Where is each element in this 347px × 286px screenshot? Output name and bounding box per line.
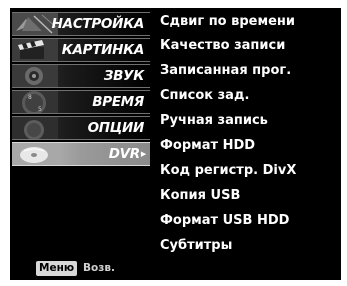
submenu-item-recorded-programs[interactable]: Записанная прог. bbox=[160, 63, 291, 78]
special-badge-icon bbox=[12, 117, 58, 139]
menu-key-badge: Меню bbox=[36, 261, 78, 276]
dvr-submenu: Сдвиг по времени Качество записи Записан… bbox=[152, 8, 341, 280]
clapperboard-icon bbox=[12, 39, 58, 61]
disc-icon bbox=[12, 143, 58, 165]
submenu-item-schedule-list[interactable]: Список зад. bbox=[160, 88, 249, 103]
submenu-item-usb-copy[interactable]: Копия USB bbox=[160, 188, 240, 203]
menu-item-audio[interactable]: ЗВУК bbox=[12, 64, 150, 88]
svg-text:8: 8 bbox=[28, 94, 32, 101]
svg-text:5: 5 bbox=[38, 106, 42, 113]
menu-item-picture[interactable]: КАРТИНКА bbox=[12, 38, 150, 62]
submenu-item-format-hdd[interactable]: Формат HDD bbox=[160, 138, 255, 153]
menu-item-time[interactable]: 8 5 ВРЕМЯ bbox=[12, 90, 150, 114]
menu-item-label: НАСТРОЙКА bbox=[51, 16, 145, 32]
submenu-item-record-quality[interactable]: Качество записи bbox=[160, 38, 285, 53]
menu-item-label: ОПЦИИ bbox=[87, 120, 145, 136]
menu-item-options[interactable]: ОПЦИИ bbox=[12, 116, 150, 140]
submenu-item-manual-record[interactable]: Ручная запись bbox=[160, 113, 268, 128]
menu-item-label: КАРТИНКА bbox=[61, 42, 145, 58]
main-menu: НАСТРОЙКА КАРТИНКА ЗВУК 8 5 ВРЕМЯ ОПЦИИ … bbox=[10, 8, 152, 280]
speaker-icon bbox=[12, 65, 58, 87]
submenu-item-timeshift[interactable]: Сдвиг по времени bbox=[160, 14, 295, 29]
menu-footer: Меню Возв. bbox=[10, 258, 152, 280]
back-label: Возв. bbox=[83, 262, 115, 274]
submenu-item-format-usb-hdd[interactable]: Формат USB HDD bbox=[160, 213, 289, 228]
menu-item-label: ЗВУК bbox=[103, 68, 144, 84]
clock-icon: 8 5 bbox=[12, 91, 58, 113]
menu-item-setup[interactable]: НАСТРОЙКА bbox=[12, 12, 150, 36]
submenu-item-subtitles[interactable]: Субтитры bbox=[160, 238, 232, 253]
chevron-right-icon: ▶ bbox=[140, 150, 146, 158]
menu-item-dvr[interactable]: DVR▶ bbox=[12, 142, 150, 166]
menu-item-label: DVR▶ bbox=[108, 146, 147, 162]
submenu-item-divx-registration[interactable]: Код регистр. DivX bbox=[160, 163, 296, 178]
menu-item-label: ВРЕМЯ bbox=[92, 94, 144, 110]
osd-menu-panel: НАСТРОЙКА КАРТИНКА ЗВУК 8 5 ВРЕМЯ ОПЦИИ … bbox=[10, 8, 341, 280]
